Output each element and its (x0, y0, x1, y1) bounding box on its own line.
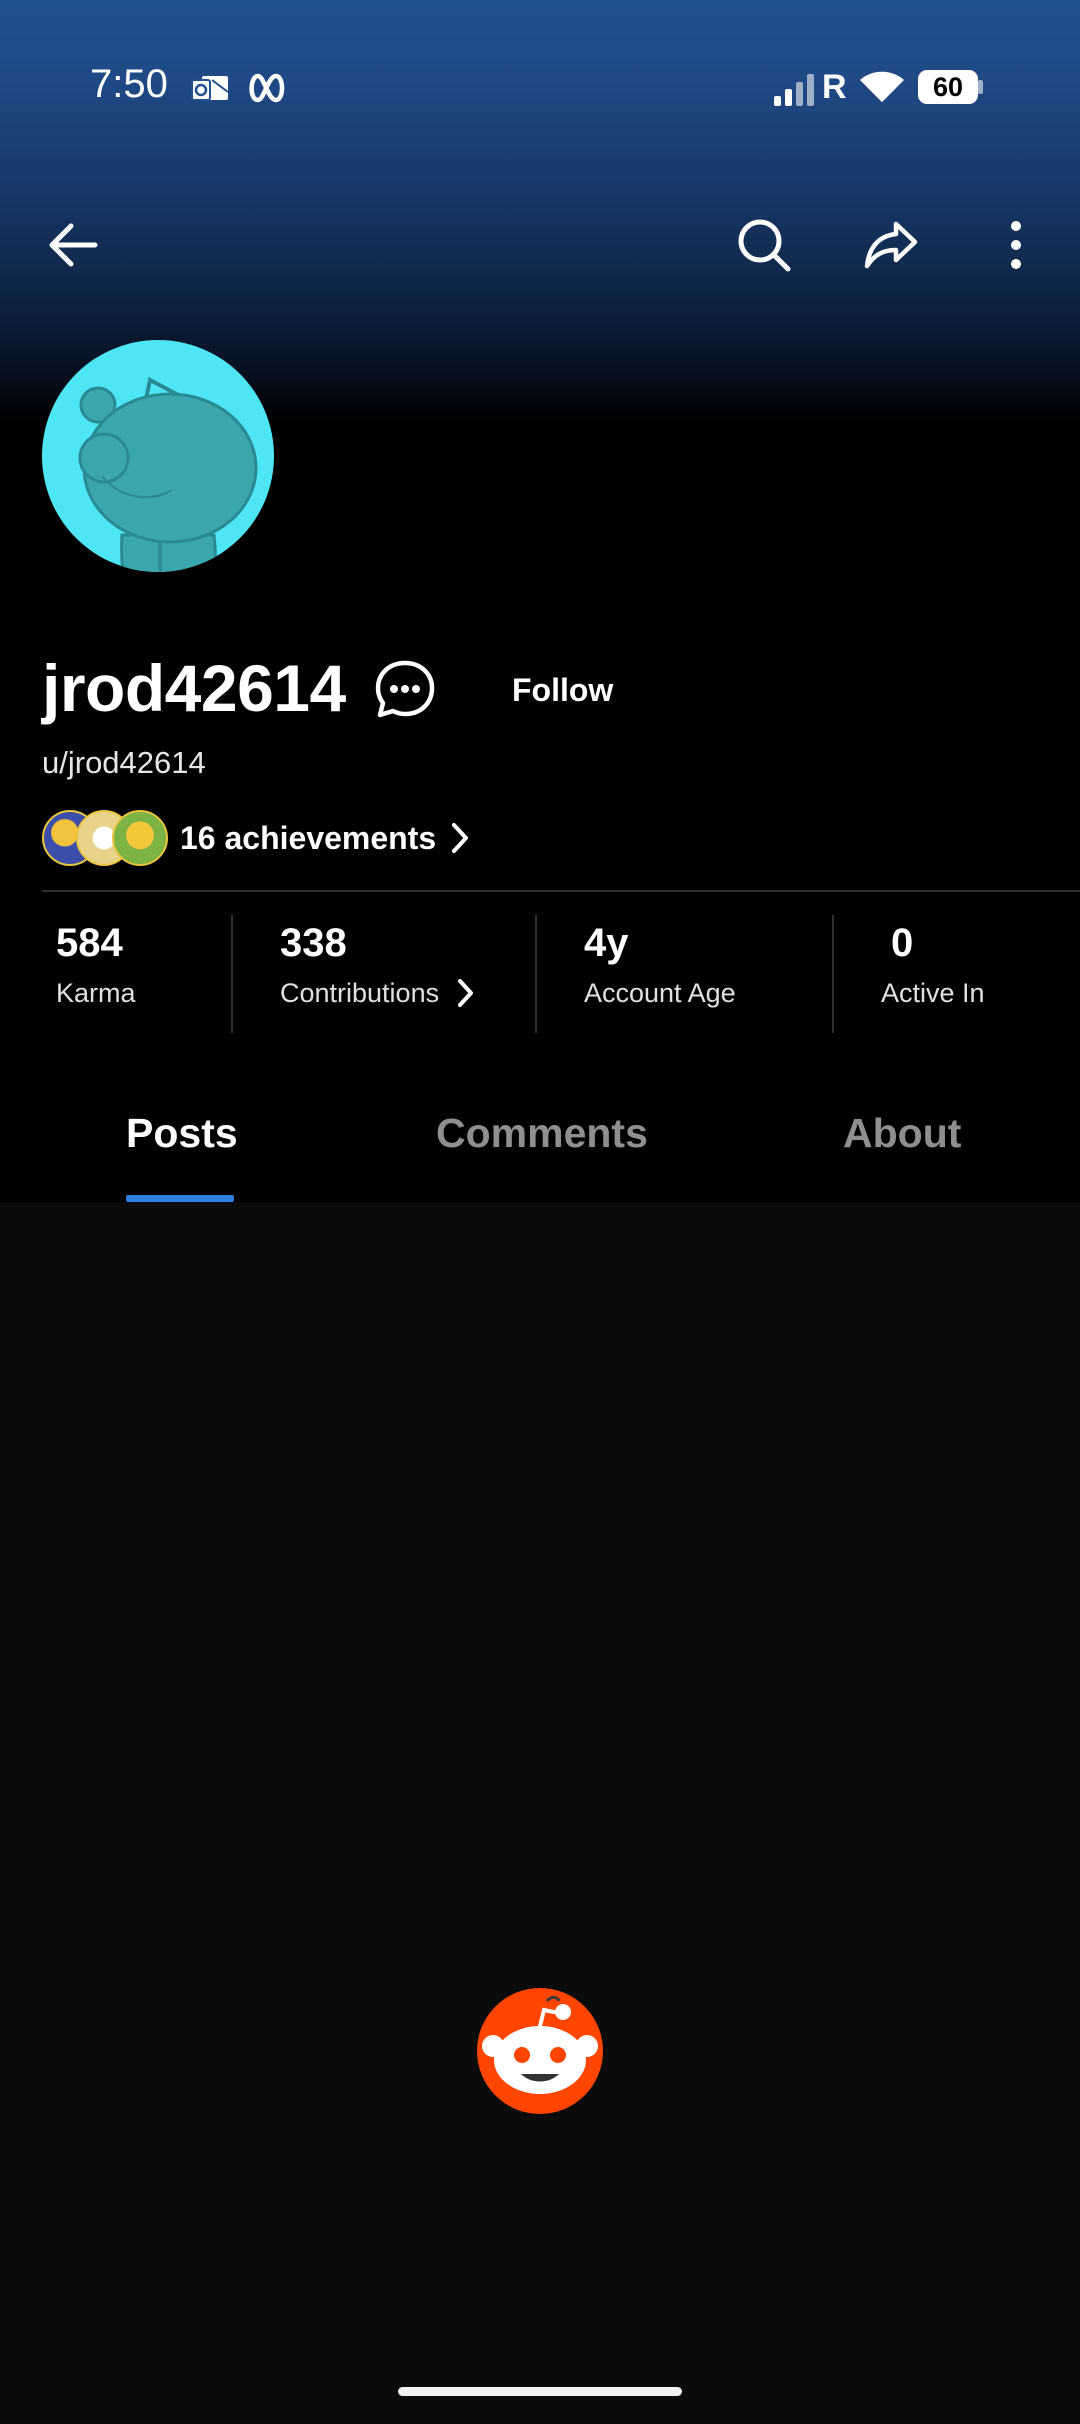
snoo-avatar-icon (78, 376, 258, 572)
more-vertical-icon (1011, 221, 1021, 269)
stat-label: Karma (56, 978, 136, 1008)
stat-value: 4y (584, 921, 629, 965)
stat-karma[interactable]: 584 Karma (56, 915, 136, 1033)
stat-divider (832, 915, 834, 1033)
stat-divider (535, 915, 537, 1033)
stat-account-age[interactable]: 4y Account Age (584, 915, 736, 1033)
stat-contributions[interactable]: 338 Contributions (280, 915, 475, 1033)
chevron-right-icon (458, 979, 474, 1007)
more-options-button[interactable] (971, 200, 1061, 290)
stat-label: Active In (881, 978, 985, 1008)
back-arrow-icon (49, 223, 98, 267)
chat-button[interactable] (370, 655, 440, 725)
stat-label: Contributions (280, 978, 440, 1008)
stat-active-in[interactable]: 0 Active In (881, 915, 985, 1033)
profile-handle: u/jrod42614 (42, 745, 206, 780)
achievement-badges (42, 808, 172, 868)
stat-value: 584 (56, 921, 123, 965)
roaming-indicator: R (822, 68, 847, 106)
avatar[interactable] (42, 340, 274, 572)
share-button[interactable] (846, 200, 936, 290)
chat-bubble-icon (375, 660, 435, 718)
loading-indicator (477, 1988, 603, 2114)
share-icon (864, 221, 918, 269)
stat-value: 338 (280, 921, 347, 965)
tab-posts[interactable]: Posts (126, 1110, 238, 1157)
tab-about[interactable]: About (843, 1110, 961, 1157)
signal-icon (774, 74, 814, 106)
stat-value: 0 (891, 921, 914, 965)
achievements-label: 16 achievements (180, 819, 437, 856)
follow-button[interactable]: Follow (490, 660, 635, 720)
back-button[interactable] (28, 200, 118, 290)
active-tab-indicator (126, 1195, 234, 1202)
outlook-notification-icon (191, 76, 229, 101)
stat-label-row: Contributions (280, 971, 475, 1015)
battery-icon: 60 (918, 70, 983, 104)
profile-display-name: jrod42614 (42, 651, 346, 725)
status-bar: 7:50 R 60 (0, 0, 1080, 175)
divider (42, 890, 1080, 892)
achievements-link[interactable]: 16 achievements (42, 808, 470, 868)
search-button[interactable] (719, 200, 809, 290)
status-time: 7:50 (90, 62, 168, 106)
reddit-logo-icon (477, 1988, 603, 2114)
posts-feed (0, 1202, 1080, 2424)
tab-comments[interactable]: Comments (436, 1110, 648, 1157)
gold-badge-icon (112, 810, 168, 866)
meta-notification-icon (249, 73, 285, 103)
chevron-right-icon (452, 823, 469, 853)
home-indicator[interactable] (398, 2387, 682, 2396)
search-icon (738, 219, 791, 272)
stat-divider (231, 915, 233, 1033)
wifi-icon (860, 71, 904, 102)
battery-level: 60 (932, 72, 964, 102)
stat-label: Account Age (584, 978, 736, 1008)
